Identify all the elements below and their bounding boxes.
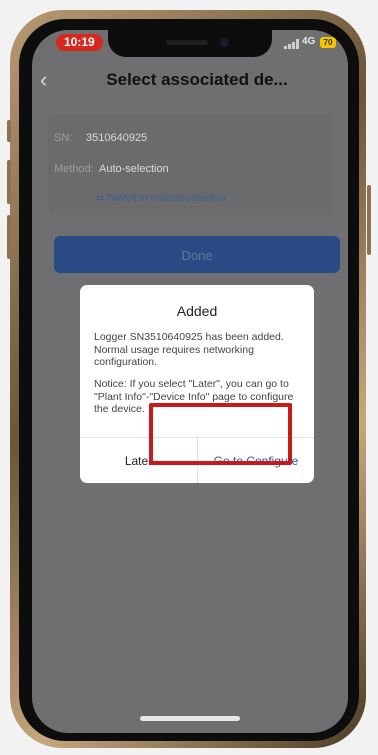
method-label: Method: [54, 163, 94, 175]
method-value: Auto-selection [99, 163, 169, 175]
screen: 10:19 4G 70 ‹ Select associated de... SN… [32, 30, 348, 733]
battery-icon: 70 [320, 37, 336, 48]
dialog-message: Logger SN3510640925 has been added. Norm… [94, 331, 284, 368]
signal-icon [284, 39, 300, 49]
mute-switch [7, 120, 11, 142]
status-time: 10:19 [56, 34, 103, 51]
network-type: 4G [302, 36, 316, 47]
device-info-card: SN: 3510640925 Method: Auto-selection ⇆ S… [48, 115, 332, 215]
sn-label: SN: [54, 132, 73, 144]
swap-icon: ⇆ [96, 193, 105, 204]
speaker [166, 40, 208, 45]
done-button[interactable]: Done [54, 236, 340, 273]
page-title: Select associated de... [106, 70, 288, 89]
highlight-annotation-box [149, 403, 292, 465]
dialog-title: Added [176, 303, 218, 319]
front-camera [220, 38, 229, 47]
back-chevron-icon[interactable]: ‹ [40, 69, 60, 91]
status-bar: 10:19 4G 70 [32, 30, 348, 60]
home-indicator[interactable] [140, 716, 240, 721]
switch-manual-selection-link[interactable]: ⇆ Switch to manual-selection [96, 193, 226, 204]
volume-down-button [7, 215, 11, 259]
sn-value: 3510640925 [86, 132, 148, 144]
switch-link-label: Switch to manual-selection [107, 193, 227, 204]
power-button [367, 185, 371, 255]
volume-up-button [7, 160, 11, 204]
notch [108, 30, 272, 57]
